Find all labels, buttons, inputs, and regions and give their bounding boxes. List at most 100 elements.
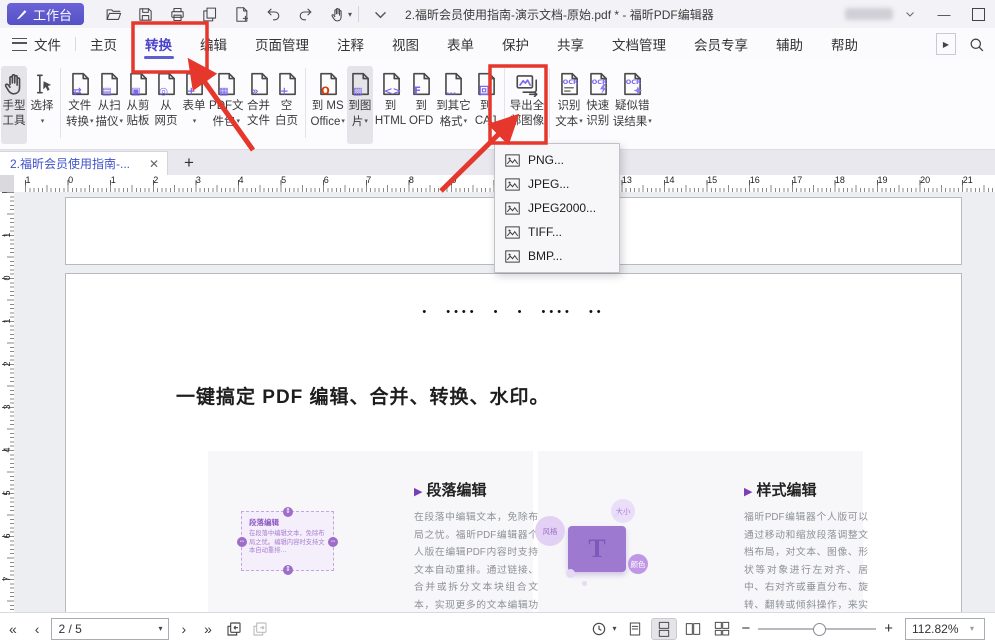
to-other-format-icon: … — [440, 69, 466, 99]
print-button[interactable] — [162, 2, 192, 26]
search-button[interactable] — [968, 36, 985, 53]
prev-view-button[interactable] — [221, 618, 247, 640]
zoom-dropdown-caret[interactable]: ▾ — [970, 624, 984, 633]
menu-tab-6[interactable]: 注释 — [323, 28, 378, 60]
ribbon-button-export-all-images[interactable]: 导出全部图像 — [510, 66, 545, 144]
resize-handle-left: ⇔ — [237, 537, 247, 547]
next-page-button[interactable]: › — [172, 621, 195, 637]
ribbon-button-ocr-suspect[interactable]: OCR疑似错误结果▾ — [613, 66, 652, 144]
facing-page-icon — [685, 621, 701, 637]
ribbon-button-from-scanner[interactable]: ▤从扫描仪▾ — [96, 66, 124, 144]
single-page-button[interactable] — [622, 618, 648, 640]
menu-tab-3[interactable]: 转换 — [131, 28, 186, 60]
close-tab-icon[interactable]: ✕ — [147, 157, 161, 171]
image-file-icon — [505, 154, 520, 167]
ribbon-button-merge-files[interactable]: »合并文件 — [246, 66, 272, 144]
workspace-button[interactable]: 工作台 — [7, 3, 84, 25]
hamburger-icon[interactable] — [12, 38, 27, 51]
hand-dropdown-caret[interactable]: ▾ — [348, 10, 352, 19]
continuous-page-button[interactable] — [651, 618, 677, 640]
menu-item-tiff[interactable]: TIFF... — [495, 220, 619, 244]
read-mode-button[interactable] — [586, 618, 612, 640]
zoom-level-input[interactable]: 112.82% ▾ — [905, 618, 985, 640]
hand-grab-icon — [329, 6, 346, 23]
ribbon-button-convert-file[interactable]: ⇄文件转换▾ — [66, 66, 94, 144]
menu-tab-8[interactable]: 表单 — [433, 28, 488, 60]
menu-item-jpeg[interactable]: JPEG... — [495, 172, 619, 196]
titlebar-chevron[interactable] — [893, 1, 927, 27]
resize-handle-right: ⇔ — [328, 537, 338, 547]
zoom-in-button[interactable]: + — [878, 620, 899, 637]
open-folder-button[interactable] — [98, 2, 128, 26]
menu-overflow-button[interactable]: ▶ — [936, 33, 956, 55]
svg-text:…: … — [446, 85, 456, 97]
next-view-button[interactable] — [247, 618, 273, 640]
to-ofd-icon: F — [408, 69, 434, 99]
menu-tab-10[interactable]: 共享 — [543, 28, 598, 60]
menu-tab-11[interactable]: 文档管理 — [598, 28, 680, 60]
ribbon-button-form[interactable]: +表单▾ — [181, 66, 207, 144]
ribbon-button-to-ms-office[interactable]: O到 MSOffice▾ — [311, 66, 345, 144]
chevron-down-icon — [372, 6, 389, 23]
collapse-ribbon-chevron[interactable] — [365, 2, 395, 26]
redo-button[interactable] — [290, 2, 320, 26]
ribbon-button-pdf-package[interactable]: ▦PDF文件包▾ — [209, 66, 244, 144]
menu-item-png[interactable]: PNG... — [495, 148, 619, 172]
ribbon-button-label: 到其它格式▾ — [436, 99, 471, 130]
pdf-package-icon: ▦ — [213, 69, 239, 99]
workspace-label: 工作台 — [33, 5, 72, 24]
document-tab[interactable]: 2.福昕会员使用指南-... ✕ — [0, 151, 168, 175]
ocr-quick-icon: OCR — [585, 69, 611, 99]
facing-continuous-button[interactable] — [709, 618, 735, 640]
menu-tab-2[interactable]: 主页 — [76, 28, 131, 60]
ribbon-button-to-caj[interactable]: 回到CAJ — [473, 66, 499, 144]
new-page-button[interactable] — [226, 2, 256, 26]
menu-tab-13[interactable]: 辅助 — [762, 28, 817, 60]
menu-tab-1[interactable]: 文件 — [27, 28, 75, 60]
menu-tab-12[interactable]: 会员专享 — [680, 28, 762, 60]
ribbon-button-to-image[interactable]: ▨到图片▾ — [347, 66, 373, 144]
ribbon-button-to-other-format[interactable]: … 到其它格式▾ — [436, 66, 471, 144]
ribbon-button-blank-page[interactable]: +空白页 — [274, 66, 300, 144]
menu-tab-14[interactable]: 帮助 — [817, 28, 872, 60]
h-ruler-label: 3 — [196, 175, 201, 185]
ribbon-button-to-ofd[interactable]: F到OFD — [408, 66, 434, 144]
ribbon-button-to-html[interactable]: <>到HTML — [375, 66, 406, 144]
facing-page-button[interactable] — [680, 618, 706, 640]
last-page-button[interactable]: » — [195, 621, 221, 637]
to-image-dropdown-menu: PNG...JPEG...JPEG2000...TIFF... BMP... — [494, 143, 620, 273]
ribbon-button-ocr-text[interactable]: OCR识别文本▾ — [555, 66, 583, 144]
read-mode-caret[interactable]: ▾ — [612, 624, 616, 633]
menu-tab-4[interactable]: 编辑 — [186, 28, 241, 60]
maximize-button[interactable] — [961, 1, 995, 27]
menu-tab-7[interactable]: 视图 — [378, 28, 433, 60]
copy-page-button[interactable] — [194, 2, 224, 26]
page-number-input[interactable]: 2 / 5 ▾ — [51, 618, 169, 640]
card-title: ▶样式编辑 — [744, 479, 816, 500]
minimize-button[interactable]: — — [927, 1, 961, 27]
h-ruler-label: 13 — [622, 175, 632, 185]
zoom-slider-thumb[interactable] — [813, 623, 826, 636]
menu-tab-9[interactable]: 保护 — [488, 28, 543, 60]
menu-item-label: BMP... — [528, 249, 562, 263]
ribbon-button-hand-tool[interactable]: 手型工具 — [1, 66, 27, 144]
zoom-slider[interactable] — [758, 628, 876, 630]
ribbon-button-label: 空白页 — [275, 99, 298, 129]
prev-page-button[interactable]: ‹ — [26, 621, 49, 637]
ribbon-button-select[interactable]: 选择▾ — [29, 66, 55, 144]
undo-button[interactable] — [258, 2, 288, 26]
ribbon-button-from-web[interactable]: ◎从网页 — [153, 66, 179, 144]
h-ruler-label: 17 — [792, 175, 802, 185]
ribbon-button-from-clipboard[interactable]: ▣从剪贴板 — [125, 66, 151, 144]
menu-item-jpeg2000[interactable]: JPEG2000... — [495, 196, 619, 220]
menu-tab-5[interactable]: 页面管理 — [241, 28, 323, 60]
ribbon-button-ocr-quick[interactable]: OCR快速识别 — [585, 66, 611, 144]
menu-item-bmp[interactable]: BMP... — [495, 244, 619, 268]
first-page-button[interactable]: « — [0, 621, 26, 637]
page-dropdown-caret[interactable]: ▾ — [151, 624, 168, 633]
separator — [358, 6, 359, 22]
h-ruler-label: 8 — [409, 175, 414, 185]
save-button[interactable] — [130, 2, 160, 26]
zoom-out-button[interactable]: − — [735, 620, 756, 637]
new-tab-button[interactable]: + — [178, 153, 200, 175]
